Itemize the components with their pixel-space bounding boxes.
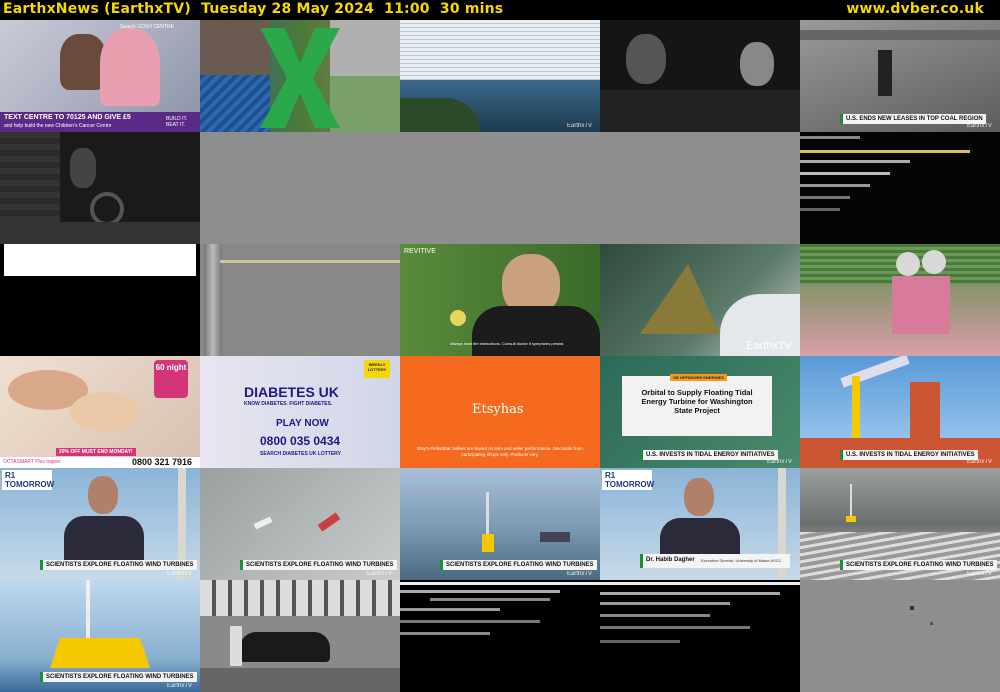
news-caption: U.S. INVESTS IN TIDAL ENERGY INITIATIVES <box>640 450 778 460</box>
motorbike-wheel <box>90 192 124 226</box>
revitive-logo: REVITIVE <box>404 248 436 255</box>
turbine-base <box>846 516 856 522</box>
interviewee-face <box>684 478 714 516</box>
thumbnail-2[interactable] <box>200 20 400 132</box>
site-link[interactable]: www.dvber.co.uk <box>846 1 984 17</box>
thumbnail-4[interactable] <box>600 20 800 132</box>
offer-badge: 20% OFF MUST END MONDAY! <box>56 448 136 456</box>
boat <box>253 516 273 530</box>
rider-figure <box>70 148 96 188</box>
thumbnail-26[interactable]: SCIENTISTS EXPLORE FLOATING WIND TURBINE… <box>0 580 200 692</box>
thumbnail-12[interactable] <box>200 244 400 356</box>
phone-number: 0800 035 0434 <box>260 434 341 448</box>
vessel <box>540 532 570 542</box>
flower <box>450 310 466 326</box>
thumbnail-27[interactable] <box>200 580 400 692</box>
thumbnail-9[interactable] <box>600 132 800 244</box>
header-bar: EarthxNews (EarthxTV) Tuesday 28 May 202… <box>0 0 1000 20</box>
man-face <box>626 34 666 84</box>
thumbnail-8[interactable] <box>400 132 600 244</box>
offshore-energies-badge: OE OFFSHORE ENERGIES <box>670 374 727 381</box>
vintage-car <box>240 632 330 662</box>
woman-face <box>740 42 774 86</box>
turbine-tower <box>86 580 90 640</box>
thumbnail-19[interactable]: OE OFFSHORE ENERGIES Orbital to Supply F… <box>600 356 800 468</box>
thumbnail-14[interactable]: EarthxTV <box>600 244 800 356</box>
turbine-tower <box>852 376 860 446</box>
news-caption: U.S. INVESTS IN TIDAL ENERGY INITIATIVES <box>840 450 978 460</box>
thumbnail-17[interactable]: WEEKLY LOTTERY DIABETES UK KNOW DIABETES… <box>200 356 400 468</box>
programme-info: EarthxNews (EarthxTV) Tuesday 28 May 202… <box>3 1 503 17</box>
article-headline: Orbital to Supply Floating Tidal Energy … <box>641 388 753 415</box>
thumbnail-10[interactable] <box>800 132 1000 244</box>
sleeping-woman <box>70 392 140 432</box>
mountain <box>640 264 720 334</box>
broadcast-datetime: Tuesday 28 May 2024 11:00 30 mins <box>201 1 504 17</box>
phone-number: 0800 321 7916 <box>131 457 192 467</box>
thumbnail-29[interactable] <box>600 580 800 692</box>
search-hint: Search GOSH CENTRE <box>120 24 174 30</box>
donation-banner: TEXT CENTRE TO 70125 AND GIVE £5 and hel… <box>0 112 200 132</box>
r1-tomorrow-badge: R1 TOMORROW <box>602 470 654 490</box>
thumbnail-23[interactable]: SCIENTISTS EXPLORE FLOATING WIND TURBINE… <box>400 468 600 580</box>
turbine-blade <box>840 356 910 388</box>
thumbnail-6[interactable] <box>0 132 200 244</box>
thumbnail-3[interactable]: EarthxTV <box>400 20 600 132</box>
train <box>800 30 1000 40</box>
news-caption: SCIENTISTS EXPLORE FLOATING WIND TURBINE… <box>440 560 597 570</box>
timber-building <box>200 580 400 616</box>
thumbnail-28[interactable] <box>400 580 600 692</box>
thumbnail-11[interactable] <box>0 244 200 356</box>
thumbnail-7[interactable] <box>200 132 400 244</box>
turbine-tower <box>850 484 852 518</box>
thumbnail-15[interactable] <box>800 244 1000 356</box>
etsy-logo: Etsyhas <box>472 402 524 417</box>
worker-figure <box>878 50 892 96</box>
thumbnail-grid: Search GOSH CENTRE TEXT CENTRE TO 70125 … <box>0 20 1000 692</box>
thumbnail-16[interactable]: 60 night 20% OFF MUST END MONDAY! OCTASM… <box>0 356 200 468</box>
thumbnail-13[interactable]: REVITIVE Always read the instructions. C… <box>400 244 600 356</box>
octasmart-logo: OCTASMART Plus topper <box>3 459 61 465</box>
astronaut-helmet <box>922 250 946 274</box>
news-caption: SCIENTISTS EXPLORE FLOATING WIND TURBINE… <box>840 560 997 570</box>
diabetes-uk-logo: DIABETES UK <box>244 384 339 400</box>
thumbnail-24[interactable]: R1 TOMORROW Dr. Habib Dagher Executive D… <box>600 468 800 580</box>
weekly-lottery-badge: WEEKLY LOTTERY <box>364 360 390 378</box>
floating-platform <box>50 638 150 668</box>
thumbnail-18[interactable]: Etsyhas Etsy's Picks/Star Sellers are ba… <box>400 356 600 468</box>
thumbnail-21[interactable]: R1 TOMORROW SCIENTISTS EXPLORE FLOATING … <box>0 468 200 580</box>
news-caption: SCIENTISTS EXPLORE FLOATING WIND TURBINE… <box>40 560 197 570</box>
interviewee-face <box>88 476 118 514</box>
build-beat-logo: BUILD IT. BEAT IT. <box>166 116 188 128</box>
r1-tomorrow-badge: R1 TOMORROW <box>2 470 54 490</box>
news-caption: U.S. ENDS NEW LEASES IN TOP COAL REGION <box>840 114 986 124</box>
disclaimer: Etsy's Picks/Star Sellers are based on i… <box>417 446 583 457</box>
thumbnail-1[interactable]: Search GOSH CENTRE TEXT CENTRE TO 70125 … <box>0 20 200 132</box>
thumbnail-22[interactable]: SCIENTISTS EXPLORE FLOATING WIND TURBINE… <box>200 468 400 580</box>
person-figure <box>230 626 242 666</box>
vessel-crane <box>910 382 940 438</box>
name-caption: Dr. Habib Dagher Executive Director, Uni… <box>640 554 790 568</box>
child-figure <box>100 28 160 106</box>
channel-name: EarthxNews (EarthxTV) <box>3 1 191 17</box>
thumbnail-20[interactable]: U.S. INVESTS IN TIDAL ENERGY INITIATIVES… <box>800 356 1000 468</box>
sixty-night-badge: 60 night <box>154 360 188 398</box>
thumbnail-30[interactable] <box>800 580 1000 692</box>
boat <box>317 512 341 532</box>
astronaut-helmet <box>896 252 920 276</box>
news-caption: SCIENTISTS EXPLORE FLOATING WIND TURBINE… <box>240 560 397 570</box>
play-now: PLAY NOW <box>276 418 329 429</box>
thumbnail-25[interactable]: SCIENTISTS EXPLORE FLOATING WIND TURBINE… <box>800 468 1000 580</box>
thumbnail-5[interactable]: U.S. ENDS NEW LEASES IN TOP COAL REGION … <box>800 20 1000 132</box>
x-logo-icon <box>260 28 340 128</box>
article-card: OE OFFSHORE ENERGIES Orbital to Supply F… <box>622 374 772 436</box>
news-caption: SCIENTISTS EXPLORE FLOATING WIND TURBINE… <box>40 672 197 682</box>
turbine-base <box>482 534 494 552</box>
